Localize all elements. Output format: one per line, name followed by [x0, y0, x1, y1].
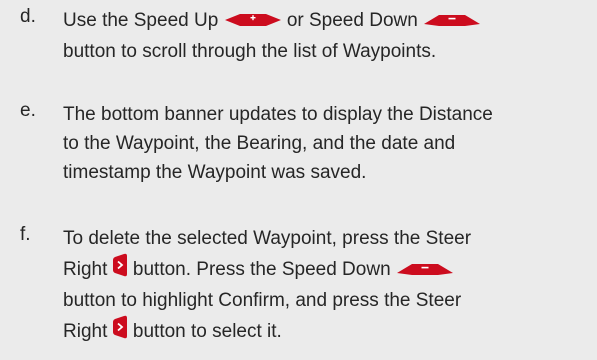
text-run: or Speed Down — [281, 10, 424, 31]
steer-right-icon — [112, 253, 128, 286]
step-f: f. To delete the selected Waypoint, pres… — [20, 224, 589, 348]
text-run: To delete the selected Waypoint, press t… — [63, 228, 472, 249]
step-line: To delete the selected Waypoint, press t… — [63, 224, 589, 253]
text-run: button to highlight Confirm, and press t… — [63, 290, 462, 311]
step-line: Use the Speed Up or Speed Down — [63, 6, 589, 37]
text-run: to the Waypoint, the Bearing, and the da… — [63, 133, 456, 154]
text-run: button to select it. — [127, 321, 282, 342]
step-d: d. Use the Speed Up or Speed Down button… — [20, 6, 589, 66]
text-run: Right — [63, 321, 113, 342]
step-line: timestamp the Waypoint was saved. — [63, 158, 589, 187]
step-line: to the Waypoint, the Bearing, and the da… — [63, 129, 589, 158]
speed-down-icon — [396, 257, 454, 286]
steer-right-icon — [112, 315, 128, 348]
step-line: The bottom banner updates to display the… — [63, 100, 589, 129]
step-text: Use the Speed Up or Speed Down button to… — [63, 6, 589, 66]
step-e: e. The bottom banner updates to display … — [20, 100, 589, 187]
step-marker: e. — [20, 100, 36, 121]
step-line: Right button to select it. — [63, 315, 589, 348]
instruction-page: d. Use the Speed Up or Speed Down button… — [0, 0, 597, 360]
text-run: button. Press the Speed Down — [127, 259, 396, 280]
step-line: Right button. Press the Speed Down — [63, 253, 589, 286]
step-marker: f. — [20, 224, 31, 245]
step-marker: d. — [20, 6, 36, 27]
speed-down-icon — [423, 8, 481, 37]
text-run: Right — [63, 259, 113, 280]
text-run: Use the Speed Up — [63, 10, 224, 31]
step-text: The bottom banner updates to display the… — [63, 100, 589, 187]
text-run: The bottom banner updates to display the… — [63, 104, 493, 125]
step-line: button to highlight Confirm, and press t… — [63, 286, 589, 315]
text-run: timestamp the Waypoint was saved. — [63, 162, 367, 183]
step-text: To delete the selected Waypoint, press t… — [63, 224, 589, 348]
step-line: button to scroll through the list of Way… — [63, 37, 589, 66]
speed-up-icon — [224, 8, 282, 37]
text-run: button to scroll through the list of Way… — [63, 41, 437, 62]
